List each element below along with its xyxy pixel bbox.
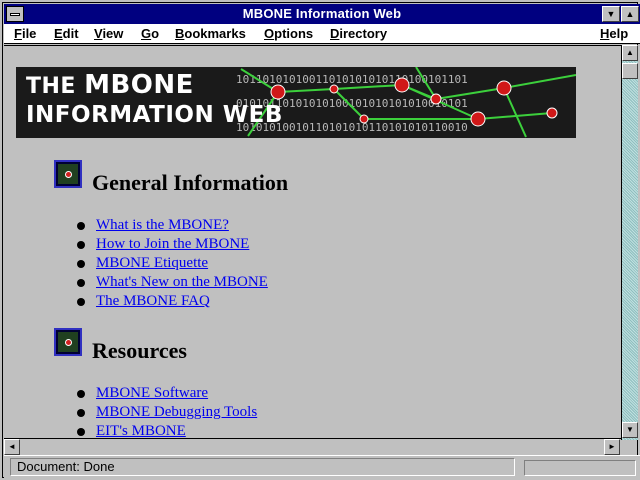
banner-line-1: THE MBONE	[26, 70, 194, 100]
bullet-icon	[77, 279, 85, 287]
vertical-scrollbar[interactable]: ▲ ▼	[621, 45, 638, 440]
vertical-scroll-thumb[interactable]	[622, 63, 638, 79]
browser-window: MBONE Information Web ▼ ▲ File Edit View…	[0, 0, 640, 480]
heading-resources: Resources	[92, 338, 187, 363]
link-what-is-mbone[interactable]: What is the MBONE?	[96, 217, 229, 233]
window-title: MBONE Information Web	[242, 6, 402, 21]
mbone-banner-image: 10110101010011010101010110100101101 0101…	[16, 67, 576, 138]
network-node-icon	[58, 164, 78, 184]
maximize-icon: ▲	[625, 9, 635, 19]
list-item: What's New on the MBONE	[77, 274, 268, 293]
scroll-up-button[interactable]: ▲	[622, 45, 638, 61]
link-whats-new[interactable]: What's New on the MBONE	[96, 274, 268, 290]
menu-edit[interactable]: Edit	[54, 26, 79, 41]
arrow-up-icon: ▲	[626, 48, 634, 57]
list-item: What is the MBONE?	[77, 217, 268, 236]
banner-line-2: INFORMATION WEB	[26, 102, 283, 128]
section-icon-general	[54, 160, 82, 188]
link-eits-mbone[interactable]: EIT's MBONE	[96, 423, 186, 439]
bullet-icon	[77, 409, 85, 417]
list-item: MBONE Etiquette	[77, 255, 268, 274]
status-text: Document: Done	[10, 458, 515, 476]
bullet-icon	[77, 298, 85, 306]
minimize-icon: ▼	[606, 9, 616, 19]
link-etiquette[interactable]: MBONE Etiquette	[96, 255, 208, 271]
menu-help[interactable]: Help	[600, 26, 628, 41]
banner-title: THE MBONE INFORMATION WEB	[26, 71, 283, 129]
menu-go[interactable]: Go	[141, 26, 159, 41]
link-debugging-tools[interactable]: MBONE Debugging Tools	[96, 404, 257, 420]
list-item: The MBONE FAQ	[77, 293, 268, 312]
link-faq[interactable]: The MBONE FAQ	[96, 293, 210, 309]
resources-links-list: MBONE Software MBONE Debugging Tools EIT…	[77, 385, 257, 440]
link-how-to-join[interactable]: How to Join the MBONE	[96, 236, 249, 252]
arrow-right-icon: ►	[608, 442, 616, 451]
menu-options[interactable]: Options	[264, 26, 313, 41]
bullet-icon	[77, 222, 85, 230]
bullet-icon	[77, 260, 85, 268]
maximize-button[interactable]: ▲	[621, 6, 639, 22]
scroll-down-button[interactable]: ▼	[622, 422, 638, 438]
status-bar: Document: Done	[4, 455, 640, 480]
progress-indicator	[524, 460, 636, 476]
bullet-icon	[77, 241, 85, 249]
scroll-right-button[interactable]: ►	[604, 439, 620, 455]
list-item: How to Join the MBONE	[77, 236, 268, 255]
horizontal-scrollbar[interactable]: ◄ ►	[4, 438, 621, 455]
menu-view[interactable]: View	[94, 26, 123, 41]
section-icon-resources	[54, 328, 82, 356]
arrow-left-icon: ◄	[8, 442, 16, 451]
menu-bar: File Edit View Go Bookmarks Options Dire…	[4, 24, 640, 44]
general-links-list: What is the MBONE? How to Join the MBONE…	[77, 217, 268, 312]
menu-bookmarks[interactable]: Bookmarks	[175, 26, 246, 41]
title-bar[interactable]: MBONE Information Web ▼ ▲	[4, 4, 640, 24]
list-item: MBONE Debugging Tools	[77, 404, 257, 423]
arrow-down-icon: ▼	[626, 425, 634, 434]
menu-directory[interactable]: Directory	[330, 26, 387, 41]
heading-general-information: General Information	[92, 170, 289, 195]
network-node-icon	[58, 332, 78, 352]
menu-file[interactable]: File	[14, 26, 36, 41]
scroll-left-button[interactable]: ◄	[4, 439, 20, 455]
list-item: MBONE Software	[77, 385, 257, 404]
bullet-icon	[77, 390, 85, 398]
minimize-button[interactable]: ▼	[602, 6, 620, 22]
link-software[interactable]: MBONE Software	[96, 385, 208, 401]
bullet-icon	[77, 428, 85, 436]
page-content[interactable]: 10110101010011010101010110100101101 0101…	[4, 45, 621, 440]
